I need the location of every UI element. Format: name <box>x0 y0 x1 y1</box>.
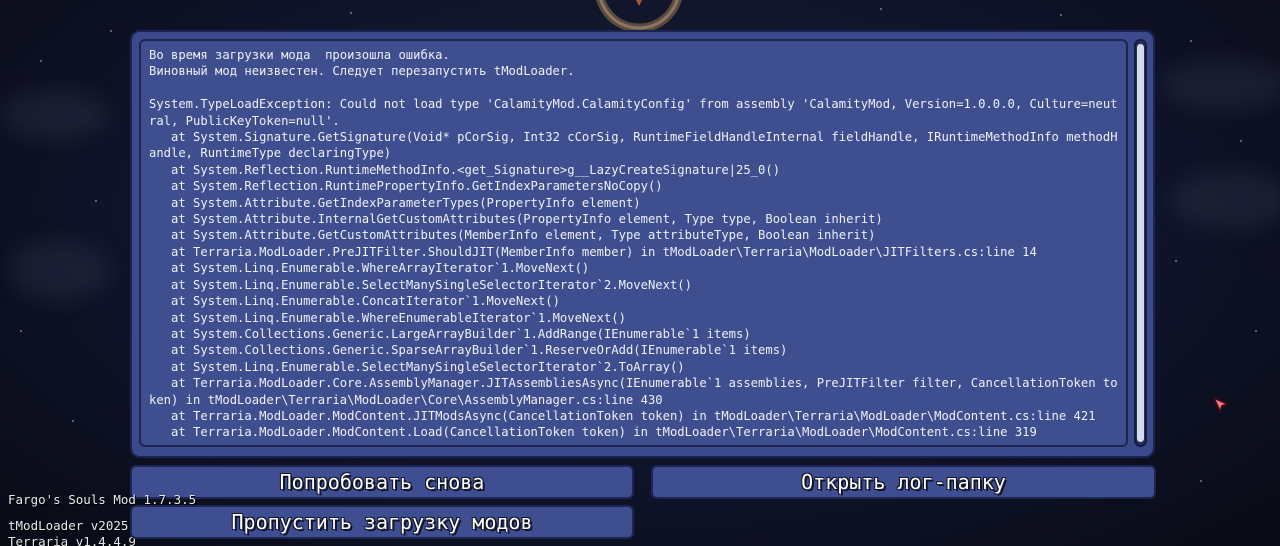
error-message-box[interactable]: Во время загрузки мода произошла ошибка.… <box>139 39 1128 447</box>
star <box>1175 260 1177 262</box>
star <box>72 420 74 422</box>
star <box>40 60 42 62</box>
star <box>880 8 882 10</box>
star <box>350 12 352 14</box>
terraria-version-text: Terraria v1.4.4.9 <box>8 534 136 546</box>
scrollbar-thumb[interactable] <box>1137 44 1144 442</box>
star <box>110 30 112 32</box>
star <box>1200 480 1202 482</box>
star <box>20 330 22 332</box>
star <box>1255 330 1257 332</box>
star <box>1060 14 1062 16</box>
open-log-folder-button[interactable]: Открыть лог-папку <box>651 465 1156 499</box>
cloud <box>1160 60 1280 110</box>
cloud <box>1170 170 1280 230</box>
cloud <box>10 240 110 300</box>
cursor-icon <box>1212 396 1231 415</box>
error-message-text: Во время загрузки мода произошла ошибка.… <box>149 48 1118 440</box>
star <box>95 200 97 202</box>
star <box>1190 40 1192 42</box>
gear-logo-icon <box>596 0 682 32</box>
scrollbar[interactable] <box>1134 39 1147 447</box>
retry-button[interactable]: Попробовать снова <box>130 465 634 499</box>
game-background: Во время загрузки мода произошла ошибка.… <box>0 0 1280 546</box>
cloud <box>0 90 110 140</box>
star <box>1240 140 1242 142</box>
skip-loading-button[interactable]: Пропустить загрузку модов <box>130 505 634 539</box>
error-panel: Во время загрузки мода произошла ошибка.… <box>130 30 1155 458</box>
